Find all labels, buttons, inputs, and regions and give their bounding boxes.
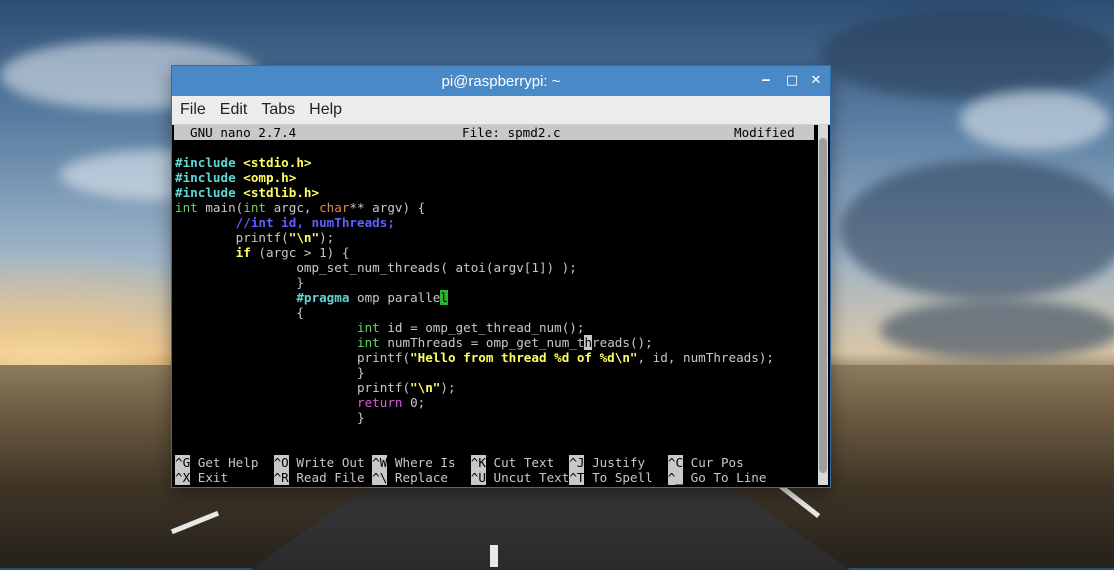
title-bar[interactable]: pi@raspberrypi: ~ ‒ □ ✕ bbox=[172, 66, 830, 96]
shortcut-key[interactable]: ^G bbox=[175, 455, 191, 470]
terminal-window[interactable]: pi@raspberrypi: ~ ‒ □ ✕ File Edit Tabs H… bbox=[172, 66, 830, 487]
menu-edit[interactable]: Edit bbox=[220, 101, 248, 119]
code-line[interactable]: printf("\n"); bbox=[175, 380, 774, 395]
code-line[interactable]: //int id, numThreads; bbox=[175, 215, 774, 230]
shortcut-label[interactable]: Uncut Text bbox=[486, 470, 569, 485]
code-line[interactable]: } bbox=[175, 365, 774, 380]
shortcut-key[interactable]: ^T bbox=[569, 470, 585, 485]
shortcut-label[interactable]: Justify bbox=[584, 455, 667, 470]
code-line[interactable]: #pragma omp parallel bbox=[175, 290, 774, 305]
shortcut-label[interactable]: Get Help bbox=[190, 455, 273, 470]
code-line[interactable]: { bbox=[175, 305, 774, 320]
shortcut-key[interactable]: ^C bbox=[667, 455, 684, 470]
shortcut-key[interactable]: ^K bbox=[470, 455, 486, 470]
window-title: pi@raspberrypi: ~ bbox=[441, 72, 561, 90]
code-line[interactable]: printf("\n"); bbox=[175, 230, 774, 245]
nano-filename: File: spmd2.c bbox=[462, 125, 561, 140]
code-line[interactable]: #include <stdio.h> bbox=[175, 155, 774, 170]
shortcut-label[interactable]: Go To Line bbox=[683, 470, 767, 485]
shortcut-row: ^X Exit ^R Read File ^\ Replace ^U Uncut… bbox=[175, 470, 815, 485]
code-line[interactable]: } bbox=[175, 275, 774, 290]
close-button[interactable]: ✕ bbox=[808, 73, 824, 89]
shortcut-key[interactable]: ^X bbox=[175, 470, 191, 485]
menu-file[interactable]: File bbox=[180, 101, 206, 119]
maximize-button[interactable]: □ bbox=[784, 73, 800, 89]
shortcut-key[interactable]: ^_ bbox=[667, 470, 684, 485]
nano-modified-state: Modified bbox=[734, 125, 795, 140]
shortcut-label[interactable]: Read File bbox=[289, 470, 372, 485]
code-line[interactable]: return 0; bbox=[175, 395, 774, 410]
nano-status-bar: GNU nano 2.7.4 File: spmd2.c Modified bbox=[174, 125, 814, 140]
shortcut-label[interactable]: Replace bbox=[387, 470, 470, 485]
shortcut-key[interactable]: ^W bbox=[372, 455, 388, 470]
shortcut-key[interactable]: ^R bbox=[273, 470, 289, 485]
shortcut-key[interactable]: ^U bbox=[470, 470, 486, 485]
code-editor[interactable]: #include <stdio.h> #include <omp.h> #inclu… bbox=[175, 155, 774, 425]
shortcut-label[interactable]: Cut Text bbox=[486, 455, 569, 470]
code-line[interactable]: int main(int argc, char** argv) { bbox=[175, 200, 774, 215]
code-line[interactable]: omp_set_num_threads( atoi(argv[1]) ); bbox=[175, 260, 774, 275]
shortcut-label[interactable]: Write Out bbox=[289, 455, 372, 470]
code-line[interactable]: #include <stdlib.h> bbox=[175, 185, 774, 200]
code-line[interactable]: int id = omp_get_thread_num(); bbox=[175, 320, 774, 335]
shortcut-label[interactable]: To Spell bbox=[584, 470, 667, 485]
code-line[interactable]: #include <omp.h> bbox=[175, 170, 774, 185]
terminal-area[interactable]: GNU nano 2.7.4 File: spmd2.c Modified #i… bbox=[174, 125, 816, 485]
code-line[interactable]: printf("Hello from thread %d of %d\n", i… bbox=[175, 350, 774, 365]
code-line[interactable]: int numThreads = omp_get_num_threads(); bbox=[175, 335, 774, 350]
scrollbar-thumb[interactable] bbox=[819, 138, 827, 473]
menu-help[interactable]: Help bbox=[309, 101, 342, 119]
code-line[interactable]: } bbox=[175, 410, 774, 425]
shortcut-label[interactable]: Where Is bbox=[387, 455, 470, 470]
menu-bar: File Edit Tabs Help bbox=[172, 96, 830, 125]
shortcut-bar: ^G Get Help ^O Write Out ^W Where Is ^K … bbox=[175, 455, 815, 485]
shortcut-label[interactable]: Cur Pos bbox=[683, 455, 766, 470]
shortcut-key[interactable]: ^\ bbox=[372, 470, 388, 485]
nano-version: GNU nano 2.7.4 bbox=[190, 125, 297, 140]
menu-tabs[interactable]: Tabs bbox=[261, 101, 295, 119]
minimize-button[interactable]: ‒ bbox=[758, 73, 774, 89]
shortcut-row: ^G Get Help ^O Write Out ^W Where Is ^K … bbox=[175, 455, 815, 470]
shortcut-key[interactable]: ^O bbox=[273, 455, 289, 470]
shortcut-label[interactable]: Exit bbox=[190, 470, 273, 485]
code-line[interactable]: if (argc > 1) { bbox=[175, 245, 774, 260]
shortcut-key[interactable]: ^J bbox=[569, 455, 585, 470]
